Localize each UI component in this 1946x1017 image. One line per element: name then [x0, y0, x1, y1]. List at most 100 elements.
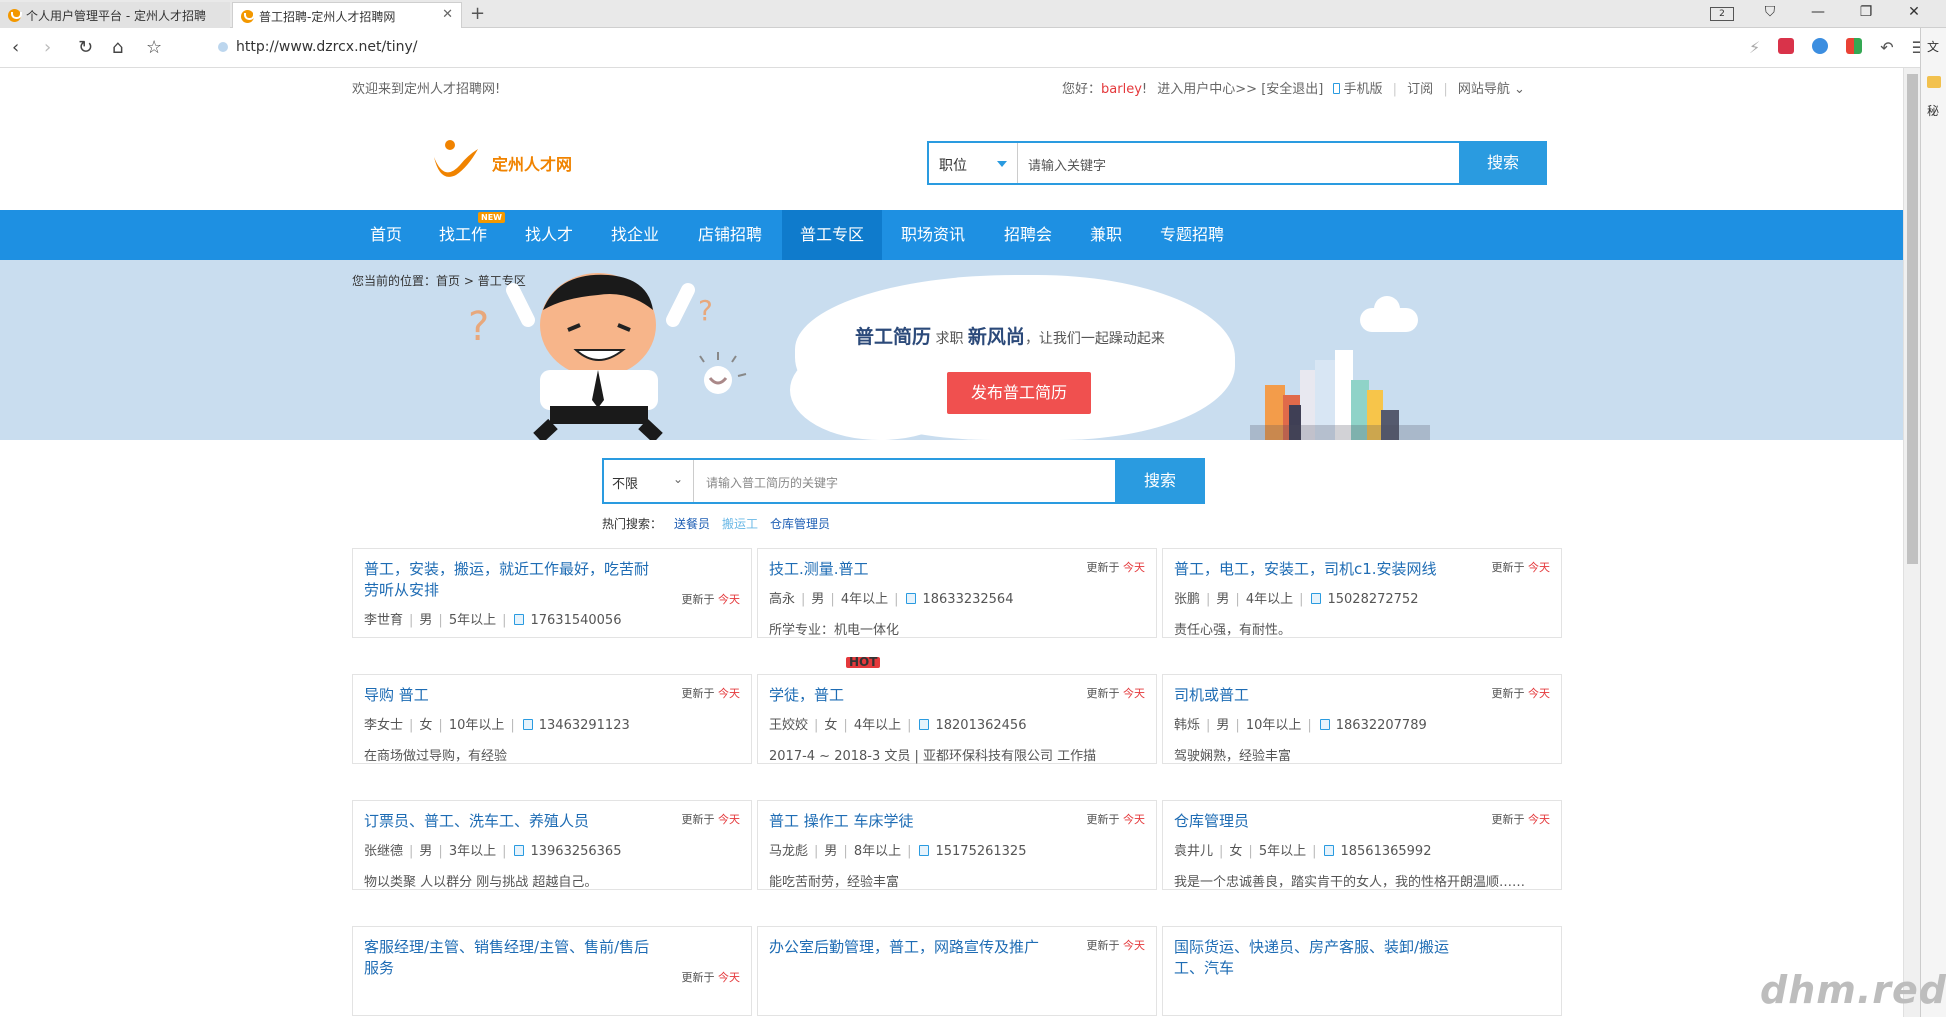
resume-meta: 王姣姣 | 女 | 4年以上 | 18201362456	[769, 718, 1027, 733]
phone-icon	[1319, 719, 1330, 730]
logout-link[interactable]: [安全退出]	[1261, 82, 1323, 97]
small-cloud	[1360, 296, 1418, 332]
side-panel: 文 秘	[1920, 28, 1946, 1017]
forward-icon[interactable]: ›	[44, 37, 51, 58]
folder-icon[interactable]	[1927, 76, 1941, 88]
site-favicon-icon	[8, 9, 22, 22]
resume-desc: 我是一个忠诚善良，踏实肯干的女人，我的性格开朗温顺……	[1174, 875, 1526, 890]
back-icon[interactable]: ‹	[12, 37, 19, 58]
phone-icon	[514, 845, 525, 856]
site-info-icon[interactable]	[218, 42, 228, 52]
close-tab-icon[interactable]: ✕	[442, 7, 453, 22]
scrollbar-thumb[interactable]	[1907, 74, 1918, 564]
hot-term-link[interactable]: 送餐员	[674, 517, 710, 531]
subscribe-link[interactable]: 订阅	[1407, 82, 1433, 97]
translate-icon[interactable]	[1812, 38, 1829, 58]
window-counter-icon[interactable]: 2	[1710, 4, 1734, 21]
browser-tab-active[interactable]: 普工招聘-定州人才招聘网 ✕	[232, 2, 462, 28]
breadcrumb-home-link[interactable]: 首页	[436, 274, 460, 288]
minimize-icon[interactable]: —	[1806, 4, 1830, 21]
close-window-icon[interactable]: ✕	[1902, 4, 1926, 21]
caret-down-icon	[997, 161, 1007, 167]
resume-card[interactable]: 技工.测量.普工 更新于 今天 高永 | 男 | 4年以上 | 18633232564 所学…	[757, 548, 1157, 638]
phone-icon	[1311, 593, 1322, 604]
hot-searches: 热门搜索： 送餐员 搬运工 仓库管理员	[602, 515, 830, 532]
header-search-input[interactable]: 请输入关键字	[1028, 155, 1106, 174]
phone-icon	[906, 593, 917, 604]
phone-icon	[514, 614, 525, 625]
username-link[interactable]: barley	[1101, 82, 1142, 97]
reload-icon[interactable]: ↻	[78, 37, 93, 58]
update-time: 更新于 今天	[681, 593, 741, 606]
resume-card[interactable]: 仓库管理员 更新于 今天 袁井儿 | 女 | 5年以上 | 18561365992 我是一个…	[1162, 800, 1562, 890]
browser-tab-user-platform[interactable]: 个人用户管理平台 - 定州人才招聘	[0, 2, 230, 28]
tab-title: 普工招聘-定州人才招聘网	[259, 10, 396, 24]
resume-desc: 驾驶娴熟，经验丰富	[1174, 749, 1292, 764]
site-header: 定州人才网 职位 请输入关键字 搜索	[0, 104, 1903, 210]
update-time: 更新于 今天	[681, 971, 741, 984]
resume-card[interactable]: 普工，电工，安装工，司机c1.安装网线 更新于 今天 张鹏 | 男 | 4年以上 | 150…	[1162, 548, 1562, 638]
resume-card[interactable]: 国际货运、快递员、房产客服、装卸/搬运工、汽车	[1162, 926, 1562, 1016]
banner-cloud	[790, 340, 970, 440]
side-label: 秘	[1927, 104, 1940, 118]
side-label: 文	[1927, 40, 1940, 54]
resume-filter-select[interactable]: 不限 ⌄	[604, 460, 694, 502]
site-nav-dropdown[interactable]: 网站导航 ⌄	[1458, 82, 1525, 97]
undo-icon[interactable]: ↶	[1880, 38, 1893, 58]
url-field[interactable]: http://www.dzrcx.net/tiny/	[218, 39, 417, 55]
extension-cube-icon[interactable]	[1778, 38, 1795, 58]
mobile-link[interactable]: 手机版	[1333, 82, 1383, 97]
resume-card[interactable]: 导购 普工 更新于 今天 李女士 | 女 | 10年以上 | 13463291123 在商场…	[352, 674, 752, 764]
user-links: 您好：barley! 进入用户中心>> [安全退出] 手机版 | 订阅 | 网站…	[1062, 82, 1525, 97]
resume-search-button[interactable]: 搜索	[1115, 458, 1205, 504]
banner-slogan: 普工简历 求职 新风尚，让我们一起躁动起来	[855, 326, 1165, 348]
shirt-icon[interactable]: ⛉	[1758, 4, 1782, 21]
resume-card[interactable]: 普工 操作工 车床学徒 更新于 今天 马龙彪 | 男 | 8年以上 | 1517526132…	[757, 800, 1157, 890]
resume-card[interactable]: 客服经理/主管、销售经理/主管、售前/售后服务 更新于 今天	[352, 926, 752, 1016]
watermark: dhm.red	[1760, 968, 1946, 1012]
nav-item-home[interactable]: 首页	[352, 210, 420, 260]
lightning-icon[interactable]: ⚡	[1749, 38, 1760, 58]
nav-item-job-fair[interactable]: 招聘会	[984, 210, 1072, 260]
update-time: 更新于 今天	[1491, 561, 1551, 574]
nav-item-special-recruit[interactable]: 专题招聘	[1140, 210, 1244, 260]
nav-item-part-time[interactable]: 兼职	[1072, 210, 1140, 260]
logo-text: 定州人才网	[492, 155, 573, 174]
apps-grid-icon[interactable]	[1846, 38, 1863, 58]
page-scrollbar[interactable]	[1903, 68, 1920, 1017]
header-search-button[interactable]: 搜索	[1459, 141, 1547, 185]
resume-desc: 2017-4 ~ 2018-3 文员 | 亚都环保科技有限公司 工作描	[769, 749, 1097, 764]
new-tab-button[interactable]: +	[470, 3, 485, 24]
phone-icon	[522, 719, 533, 730]
resume-card[interactable]: 办公室后勤管理，普工，网路宣传及推广 更新于 今天	[757, 926, 1157, 1016]
resume-meta: 高永 | 男 | 4年以上 | 18633232564	[769, 592, 1014, 607]
phone-icon	[1333, 83, 1341, 94]
resume-search-input[interactable]: 请输入普工简历的关键字	[706, 474, 838, 491]
site-logo[interactable]: 定州人才网	[430, 137, 580, 181]
nav-item-shop-jobs[interactable]: 店铺招聘	[678, 210, 782, 260]
update-time: 更新于 今天	[1086, 939, 1146, 952]
nav-item-find-company[interactable]: 找企业	[592, 210, 678, 260]
resume-title-link[interactable]: 国际货运、快递员、房产客服、装卸/搬运工、汽车	[1174, 937, 1550, 979]
restore-icon[interactable]: ❐	[1854, 4, 1878, 21]
main-nav: 首页 找工作 NEW 找人才 找企业 店铺招聘 普工专区 HOT 职场资讯 招聘会 …	[0, 210, 1903, 668]
nav-item-find-talent[interactable]: 找人才	[506, 210, 592, 260]
nav-item-general-worker[interactable]: 普工专区 HOT	[782, 210, 882, 668]
resume-card[interactable]: 普工，安装，搬运，就近工作最好，吃苦耐劳听从安排 更新于 今天 李世育 | 男 | 5年…	[352, 548, 752, 638]
resume-card-grid: 普工，安装，搬运，就近工作最好，吃苦耐劳听从安排 更新于 今天 李世育 | 男 | 5年…	[352, 548, 1562, 1017]
hot-term-link[interactable]: 搬运工	[722, 517, 758, 531]
chevron-down-icon: ⌄	[1514, 82, 1525, 97]
publish-resume-button[interactable]: 发布普工简历	[947, 372, 1091, 414]
resume-card[interactable]: 司机或普工 更新于 今天 韩烁 | 男 | 10年以上 | 18632207789 驾驶娴熟…	[1162, 674, 1562, 764]
logo-mark-icon	[434, 140, 478, 177]
hot-term-link[interactable]: 仓库管理员	[770, 517, 830, 531]
user-center-link[interactable]: 进入用户中心>>	[1157, 82, 1257, 97]
nav-item-career-news[interactable]: 职场资讯	[882, 210, 984, 260]
home-icon[interactable]: ⌂	[112, 37, 123, 58]
resume-card[interactable]: 订票员、普工、洗车工、养殖人员 更新于 今天 张继德 | 男 | 3年以上 | 139632…	[352, 800, 752, 890]
header-search: 职位 请输入关键字 搜索	[927, 141, 1547, 185]
bookmark-star-icon[interactable]: ☆	[146, 37, 162, 58]
nav-item-find-job[interactable]: 找工作 NEW	[420, 210, 506, 260]
search-type-select[interactable]: 职位	[929, 143, 1018, 183]
resume-card[interactable]: 学徒，普工 更新于 今天 王姣姣 | 女 | 4年以上 | 18201362456 2017…	[757, 674, 1157, 764]
